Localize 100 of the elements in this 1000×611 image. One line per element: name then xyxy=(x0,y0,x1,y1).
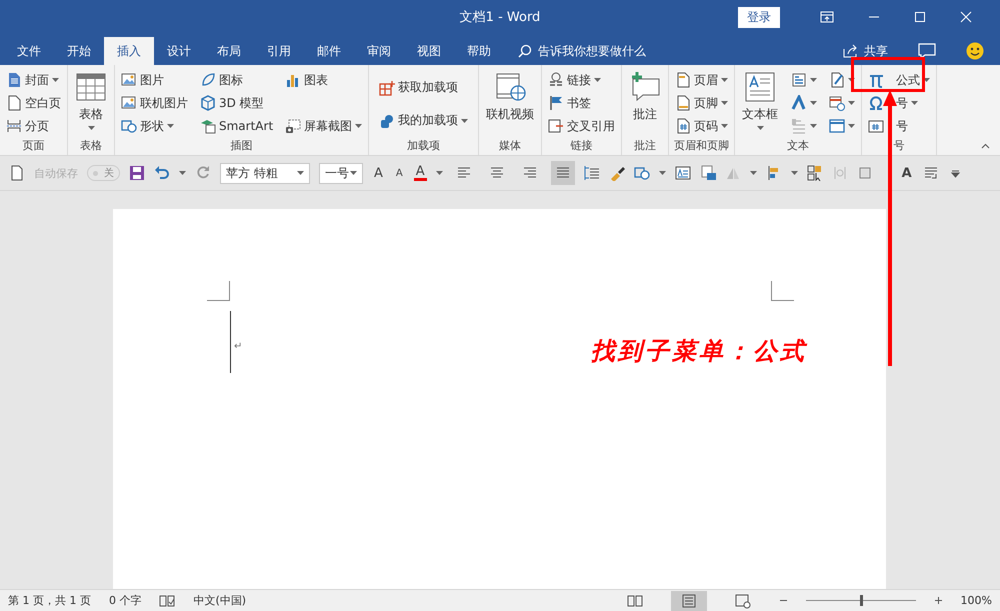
group-label: 插图 xyxy=(230,139,254,154)
maximize-icon[interactable] xyxy=(914,11,926,23)
ribbon-button[interactable]: 图片 xyxy=(119,69,190,91)
page-icon xyxy=(6,95,22,111)
share-button[interactable]: 共享 xyxy=(843,42,888,60)
caret-icon[interactable] xyxy=(750,171,757,175)
font-field[interactable]: 苹方 特粗 xyxy=(220,162,310,184)
login-button[interactable]: 登录 xyxy=(738,6,780,28)
tell-me-field[interactable]: 告诉我你想要做什么 xyxy=(536,43,700,59)
justify-button[interactable] xyxy=(550,161,575,185)
ribbon-tab[interactable]: 视图 xyxy=(404,37,454,65)
web-layout-icon xyxy=(734,592,751,608)
annotation-text: 找到子菜单：公式 xyxy=(591,336,807,367)
number-icon xyxy=(868,118,884,134)
ribbon-button[interactable]: 形状 xyxy=(119,115,190,137)
ribbon-button[interactable]: 联机视频 xyxy=(483,69,538,125)
ribbon-button[interactable]: 书签 xyxy=(546,92,618,114)
window-icon xyxy=(829,118,846,134)
text-effect-button[interactable]: A xyxy=(900,166,914,180)
autosave-label: 自动保存 xyxy=(34,166,78,180)
text-box-icon[interactable] xyxy=(674,165,691,181)
ribbon-button[interactable]: 表格 xyxy=(72,69,110,132)
caret-icon[interactable] xyxy=(436,171,443,175)
cross-reference-icon xyxy=(548,118,564,134)
ribbon-button[interactable]: 我的加载项 xyxy=(377,110,470,132)
save-icon[interactable] xyxy=(129,165,145,181)
zoom-percent: 100% xyxy=(960,594,992,607)
caret-icon[interactable] xyxy=(790,171,798,175)
ribbon-tab[interactable]: 邮件 xyxy=(304,37,354,65)
ribbon-display-icon[interactable] xyxy=(820,11,834,23)
ribbon-button[interactable]: 封面 xyxy=(4,69,63,91)
leaf-icon xyxy=(200,72,216,88)
group-label: 号 xyxy=(892,139,906,154)
close-icon[interactable] xyxy=(960,11,972,23)
page-break-icon xyxy=(6,118,22,134)
shapes-icon[interactable] xyxy=(634,165,650,181)
ribbon-tab[interactable]: 设计 xyxy=(154,37,204,65)
paintbrush-icon[interactable] xyxy=(608,165,625,181)
ribbon-tab[interactable]: 引用 xyxy=(254,37,304,65)
read-mode-icon xyxy=(626,592,643,608)
ribbon-tab[interactable]: 审阅 xyxy=(354,37,404,65)
collapse-icon[interactable] xyxy=(981,143,990,149)
ribbon-button[interactable]: 文本框 xyxy=(739,69,782,132)
new-document-icon[interactable] xyxy=(9,165,25,181)
ribbon-button[interactable]: 号 xyxy=(866,92,932,114)
ribbon-tab[interactable]: 插入 xyxy=(104,37,154,65)
line-spacing-icon[interactable] xyxy=(584,165,600,181)
zoom-in-icon[interactable] xyxy=(934,596,943,605)
ribbon-button[interactable]: 公式 xyxy=(866,69,932,91)
zoom-slider-thumb[interactable] xyxy=(860,595,863,606)
ribbon-tab[interactable]: 帮助 xyxy=(454,37,504,65)
ribbon-button[interactable]: 联机图片 xyxy=(119,92,190,114)
undo-icon[interactable] xyxy=(154,165,170,181)
group-label: 媒体 xyxy=(498,139,522,154)
group-label: 加载项 xyxy=(406,139,442,154)
grow-font-button[interactable]: A xyxy=(372,166,385,180)
ribbon-tab[interactable]: 开始 xyxy=(54,37,104,65)
proofing-icon[interactable] xyxy=(159,594,176,608)
letter-art-icon xyxy=(791,95,808,111)
ribbon-button[interactable]: 空白页 xyxy=(4,92,63,114)
header-icon xyxy=(675,72,692,88)
ribbon-button[interactable]: 分页 xyxy=(4,115,63,137)
print-layout-button[interactable] xyxy=(670,590,707,610)
selection-pane-icon[interactable] xyxy=(806,165,823,181)
online-picture-icon[interactable] xyxy=(700,165,716,181)
ribbon-button[interactable]: 图标 xyxy=(198,69,276,91)
ribbon-button[interactable]: 页码 xyxy=(673,115,730,137)
crop-mark xyxy=(207,281,230,301)
paragraph-icon[interactable] xyxy=(922,165,939,181)
ribbon-button[interactable]: 页脚 xyxy=(673,92,730,114)
ribbon-button[interactable]: 图表 xyxy=(283,69,364,91)
font-color-button[interactable]: A xyxy=(414,165,427,181)
ribbon-button[interactable]: 3D 模型 xyxy=(198,92,276,114)
ribbon-button[interactable]: 屏幕截图 xyxy=(283,115,364,137)
ribbon-button[interactable]: SmartArt xyxy=(198,115,276,137)
add-in-icon xyxy=(379,112,396,128)
font-size-field[interactable]: 一号 xyxy=(319,162,363,184)
ribbon-button[interactable]: 获取加载项 xyxy=(377,76,470,98)
shapes-icon xyxy=(121,118,137,134)
ribbon-tab[interactable]: 布局 xyxy=(204,37,254,65)
shrink-font-button[interactable]: A xyxy=(394,168,405,178)
ribbon-button[interactable]: 批注 xyxy=(626,69,664,125)
ribbon-button[interactable]: 页眉 xyxy=(673,69,730,91)
search-icon xyxy=(518,44,532,58)
cube-icon xyxy=(200,95,216,111)
crop-icon[interactable] xyxy=(856,165,873,181)
caret-icon[interactable] xyxy=(179,171,186,175)
ribbon-button[interactable]: 号 xyxy=(866,115,932,137)
group-label: 文本 xyxy=(786,139,810,154)
ribbon-tab[interactable]: 文件 xyxy=(4,37,54,65)
text-cursor xyxy=(230,311,231,373)
group-label: 链接 xyxy=(570,139,594,154)
group-label: 页眉和页脚 xyxy=(673,139,730,154)
comment-icon[interactable] xyxy=(918,43,936,59)
group-label: 批注 xyxy=(633,139,658,154)
ribbon-button[interactable]: 链接 xyxy=(546,69,618,91)
ribbon-button[interactable]: 交叉引用 xyxy=(546,115,618,137)
screenshot-icon xyxy=(285,118,302,134)
caret-icon[interactable] xyxy=(658,171,666,175)
smiley-icon[interactable] xyxy=(966,42,984,60)
